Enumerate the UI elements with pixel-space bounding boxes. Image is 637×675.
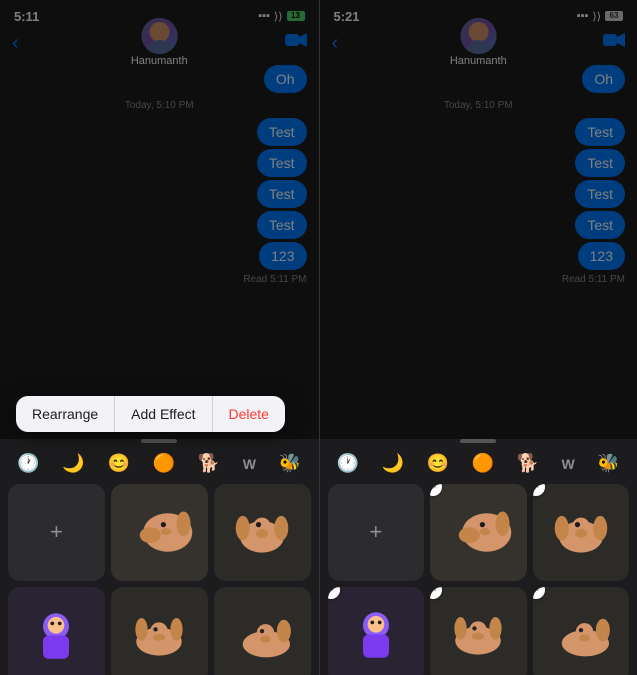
msg-test4-right: Test — [575, 211, 625, 239]
contact-name-left: Hanumanth — [131, 55, 188, 67]
rearrange-button[interactable]: Rearrange — [16, 396, 115, 432]
nav-header-right: ‹ Hanumanth — [320, 28, 637, 59]
tab-emoji-right[interactable]: 😊 — [427, 453, 449, 474]
tab-orange-right[interactable]: 🟠 — [472, 453, 494, 474]
remove-sticker-dog3-button[interactable]: − — [430, 587, 442, 599]
tab-w-right[interactable]: W — [562, 456, 575, 472]
timestamp-left: Today, 5:10 PM — [12, 100, 307, 111]
avatar-right — [460, 18, 496, 54]
tab-emoji-left[interactable]: 😊 — [108, 453, 130, 474]
msg-test2-right: Test — [575, 149, 625, 177]
signal-icon-right: ▪▪▪ — [577, 10, 589, 22]
msg-test1-left: Test — [257, 118, 307, 146]
left-panel: 5:11 ▪▪▪ ⟩⟩ 13 ‹ Hanumanth — [0, 0, 319, 675]
battery-icon-left: 13 — [287, 11, 305, 21]
emoji-tab-bar-left: 🕐 🌙 😊 🟠 🐕 W 🐝 — [0, 447, 319, 480]
timestamp-right: Today, 5:10 PM — [332, 100, 626, 111]
sticker-add-button-right[interactable]: + — [328, 484, 425, 581]
sticker-dog2-left[interactable] — [214, 484, 311, 581]
remove-sticker-dog1-button[interactable]: − — [430, 484, 442, 496]
video-call-icon-right[interactable] — [603, 32, 625, 53]
avatar-left — [141, 18, 177, 54]
tab-sticker1-left[interactable]: 🐕 — [198, 453, 220, 474]
status-icons-right: ▪▪▪ ⟩⟩ 63 — [577, 10, 623, 23]
tab-moon-left[interactable]: 🌙 — [62, 453, 84, 474]
emoji-tab-bar-right: 🕐 🌙 😊 🟠 🐕 W 🐝 — [320, 447, 637, 480]
msg-test2-left: Test — [257, 149, 307, 177]
contact-center-right[interactable]: Hanumanth — [450, 18, 507, 67]
contact-center-left[interactable]: Hanumanth — [131, 18, 188, 67]
sticker-dog4-right[interactable]: − — [533, 587, 630, 675]
sticker-dog3-left[interactable] — [111, 587, 208, 675]
drag-handle-left[interactable] — [141, 439, 177, 443]
msg-test1-right: Test — [575, 118, 625, 146]
tab-sticker2-left[interactable]: 🐝 — [279, 453, 301, 474]
remove-sticker-dog4-button[interactable]: − — [533, 587, 545, 599]
context-menu-left[interactable]: Rearrange Add Effect Delete — [16, 396, 285, 432]
msg-123-left: 123 — [259, 242, 306, 270]
add-effect-button[interactable]: Add Effect — [115, 396, 212, 432]
delete-button[interactable]: Delete — [213, 396, 285, 432]
chevron-left-icon: ‹ — [12, 33, 19, 53]
status-icons-left: ▪▪▪ ⟩⟩ 13 — [258, 10, 304, 23]
tab-moon-right[interactable]: 🌙 — [382, 453, 404, 474]
msg-test3-left: Test — [257, 180, 307, 208]
status-time-left: 5:11 — [14, 9, 39, 24]
nav-header-left: ‹ Hanumanth — [0, 28, 319, 59]
read-receipt-right: Read 5:11 PM — [332, 274, 626, 285]
tab-sticker2-right[interactable]: 🐝 — [597, 453, 619, 474]
sticker-dog3-right[interactable]: − — [430, 587, 527, 675]
panel-bottom-right: 🕐 🌙 😊 🟠 🐕 W 🐝 + − — [320, 439, 637, 675]
right-panel: 5:21 ▪▪▪ ⟩⟩ 63 ‹ Hanumanth — [319, 0, 637, 675]
msg-123-right: 123 — [578, 242, 625, 270]
sticker-char-left[interactable] — [8, 587, 105, 675]
tab-orange-left[interactable]: 🟠 — [153, 453, 175, 474]
tab-recent-right[interactable]: 🕐 — [337, 453, 359, 474]
sticker-dog4-left[interactable] — [214, 587, 311, 675]
sticker-dog1-left[interactable] — [111, 484, 208, 581]
msg-test3-right: Test — [575, 180, 625, 208]
contact-name-right: Hanumanth — [450, 55, 507, 67]
message-oh-left: Oh — [264, 65, 307, 93]
back-button-left[interactable]: ‹ — [12, 33, 19, 53]
msg-test4-left: Test — [257, 211, 307, 239]
video-call-icon-left[interactable] — [285, 32, 307, 53]
battery-icon-right: 63 — [605, 11, 623, 21]
tab-sticker1-right[interactable]: 🐕 — [517, 453, 539, 474]
tab-w-left[interactable]: W — [243, 456, 256, 472]
sticker-char-right[interactable]: − — [328, 587, 425, 675]
status-time-right: 5:21 — [334, 9, 360, 24]
chevron-left-icon-right: ‹ — [332, 33, 339, 53]
wifi-icon-left: ⟩⟩ — [274, 10, 283, 23]
remove-sticker-dog2-button[interactable]: − — [533, 484, 545, 496]
sticker-add-button-left[interactable]: + — [8, 484, 105, 581]
remove-sticker-char-button[interactable]: − — [328, 587, 340, 599]
drag-handle-right[interactable] — [460, 439, 496, 443]
tab-recent-left[interactable]: 🕐 — [17, 453, 39, 474]
sticker-dog2-right[interactable]: − — [533, 484, 630, 581]
back-button-right[interactable]: ‹ — [332, 33, 339, 53]
sticker-dog1-right[interactable]: − — [430, 484, 527, 581]
signal-icon-left: ▪▪▪ — [258, 10, 270, 22]
message-oh-right: Oh — [582, 65, 625, 93]
wifi-icon-right: ⟩⟩ — [592, 10, 601, 23]
panel-bottom-left: 🕐 🌙 😊 🟠 🐕 W 🐝 + — [0, 439, 319, 675]
read-receipt-left: Read 5:11 PM — [12, 274, 307, 285]
